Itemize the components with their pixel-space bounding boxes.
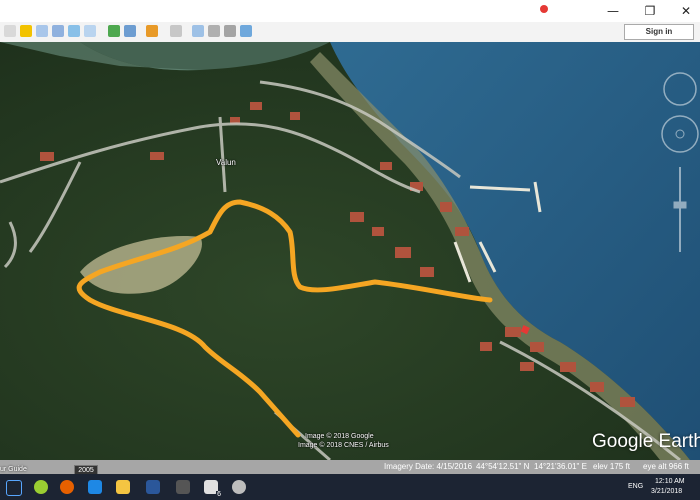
eye-altitude-readout: eye alt 966 ft (643, 462, 689, 471)
clock-time[interactable]: 12:10 AM (655, 478, 685, 485)
latitude-readout: 44°54'12.51" N (476, 462, 530, 471)
close-button[interactable]: ✕ (678, 3, 694, 19)
taskbar: 6 ENG 12:10 AM 3/21/2018 (0, 474, 700, 500)
mail-badge: 6 (216, 491, 222, 498)
calculator-icon[interactable] (176, 480, 190, 494)
email-icon[interactable] (192, 25, 204, 37)
maps-icon[interactable] (240, 25, 252, 37)
elevation-readout: elev 175 ft (593, 462, 630, 471)
imagery-copyright-secondary: Image © 2018 CNES / Airbus (298, 442, 389, 449)
clock-date[interactable]: 3/21/2018 (651, 488, 682, 495)
mail-icon[interactable]: 6 (204, 480, 222, 498)
recording-indicator-icon (540, 5, 548, 13)
minimize-button[interactable]: — (605, 3, 621, 19)
ruler-icon[interactable] (170, 25, 182, 37)
sidebar-icon[interactable] (4, 25, 16, 37)
edge-icon[interactable] (88, 480, 102, 494)
status-bar: Imagery Date: 4/15/2016 44°54'12.51" N 1… (0, 460, 700, 474)
map-view[interactable]: Valun Image © 2018 Google Image © 2018 C… (0, 42, 700, 460)
maximize-button[interactable]: ❐ (642, 3, 658, 19)
imagery-copyright: Image © 2018 Google (305, 433, 374, 440)
place-label: Valun (216, 158, 236, 167)
record-tour-icon[interactable] (84, 25, 96, 37)
firefox-icon[interactable] (60, 480, 74, 494)
satellite-imagery (0, 42, 700, 460)
longitude-readout: 14°21'36.01" E (534, 462, 587, 471)
file-explorer-icon[interactable] (116, 480, 130, 494)
placemark-icon[interactable] (20, 25, 32, 37)
print-icon[interactable] (208, 25, 220, 37)
spotify-icon[interactable] (34, 480, 48, 494)
tour-guide-label[interactable]: ur Guide (0, 466, 27, 473)
imagery-date: Imagery Date: 4/15/2016 (384, 462, 473, 471)
sun-icon[interactable] (124, 25, 136, 37)
planets-icon[interactable] (146, 25, 158, 37)
word-icon[interactable] (146, 480, 160, 494)
historical-imagery-icon[interactable] (108, 25, 120, 37)
google-earth-icon[interactable] (232, 480, 246, 494)
toolbar: Sign in (0, 22, 700, 43)
polygon-icon[interactable] (36, 25, 48, 37)
path-icon[interactable] (52, 25, 64, 37)
windows-start-icon[interactable] (6, 480, 22, 496)
sign-in-button[interactable]: Sign in (624, 24, 694, 40)
overlay-icon[interactable] (68, 25, 80, 37)
save-image-icon[interactable] (224, 25, 236, 37)
language-indicator[interactable]: ENG (628, 483, 643, 490)
google-earth-logo: Google Earth (592, 431, 700, 452)
title-bar: — ❐ ✕ (0, 0, 700, 22)
